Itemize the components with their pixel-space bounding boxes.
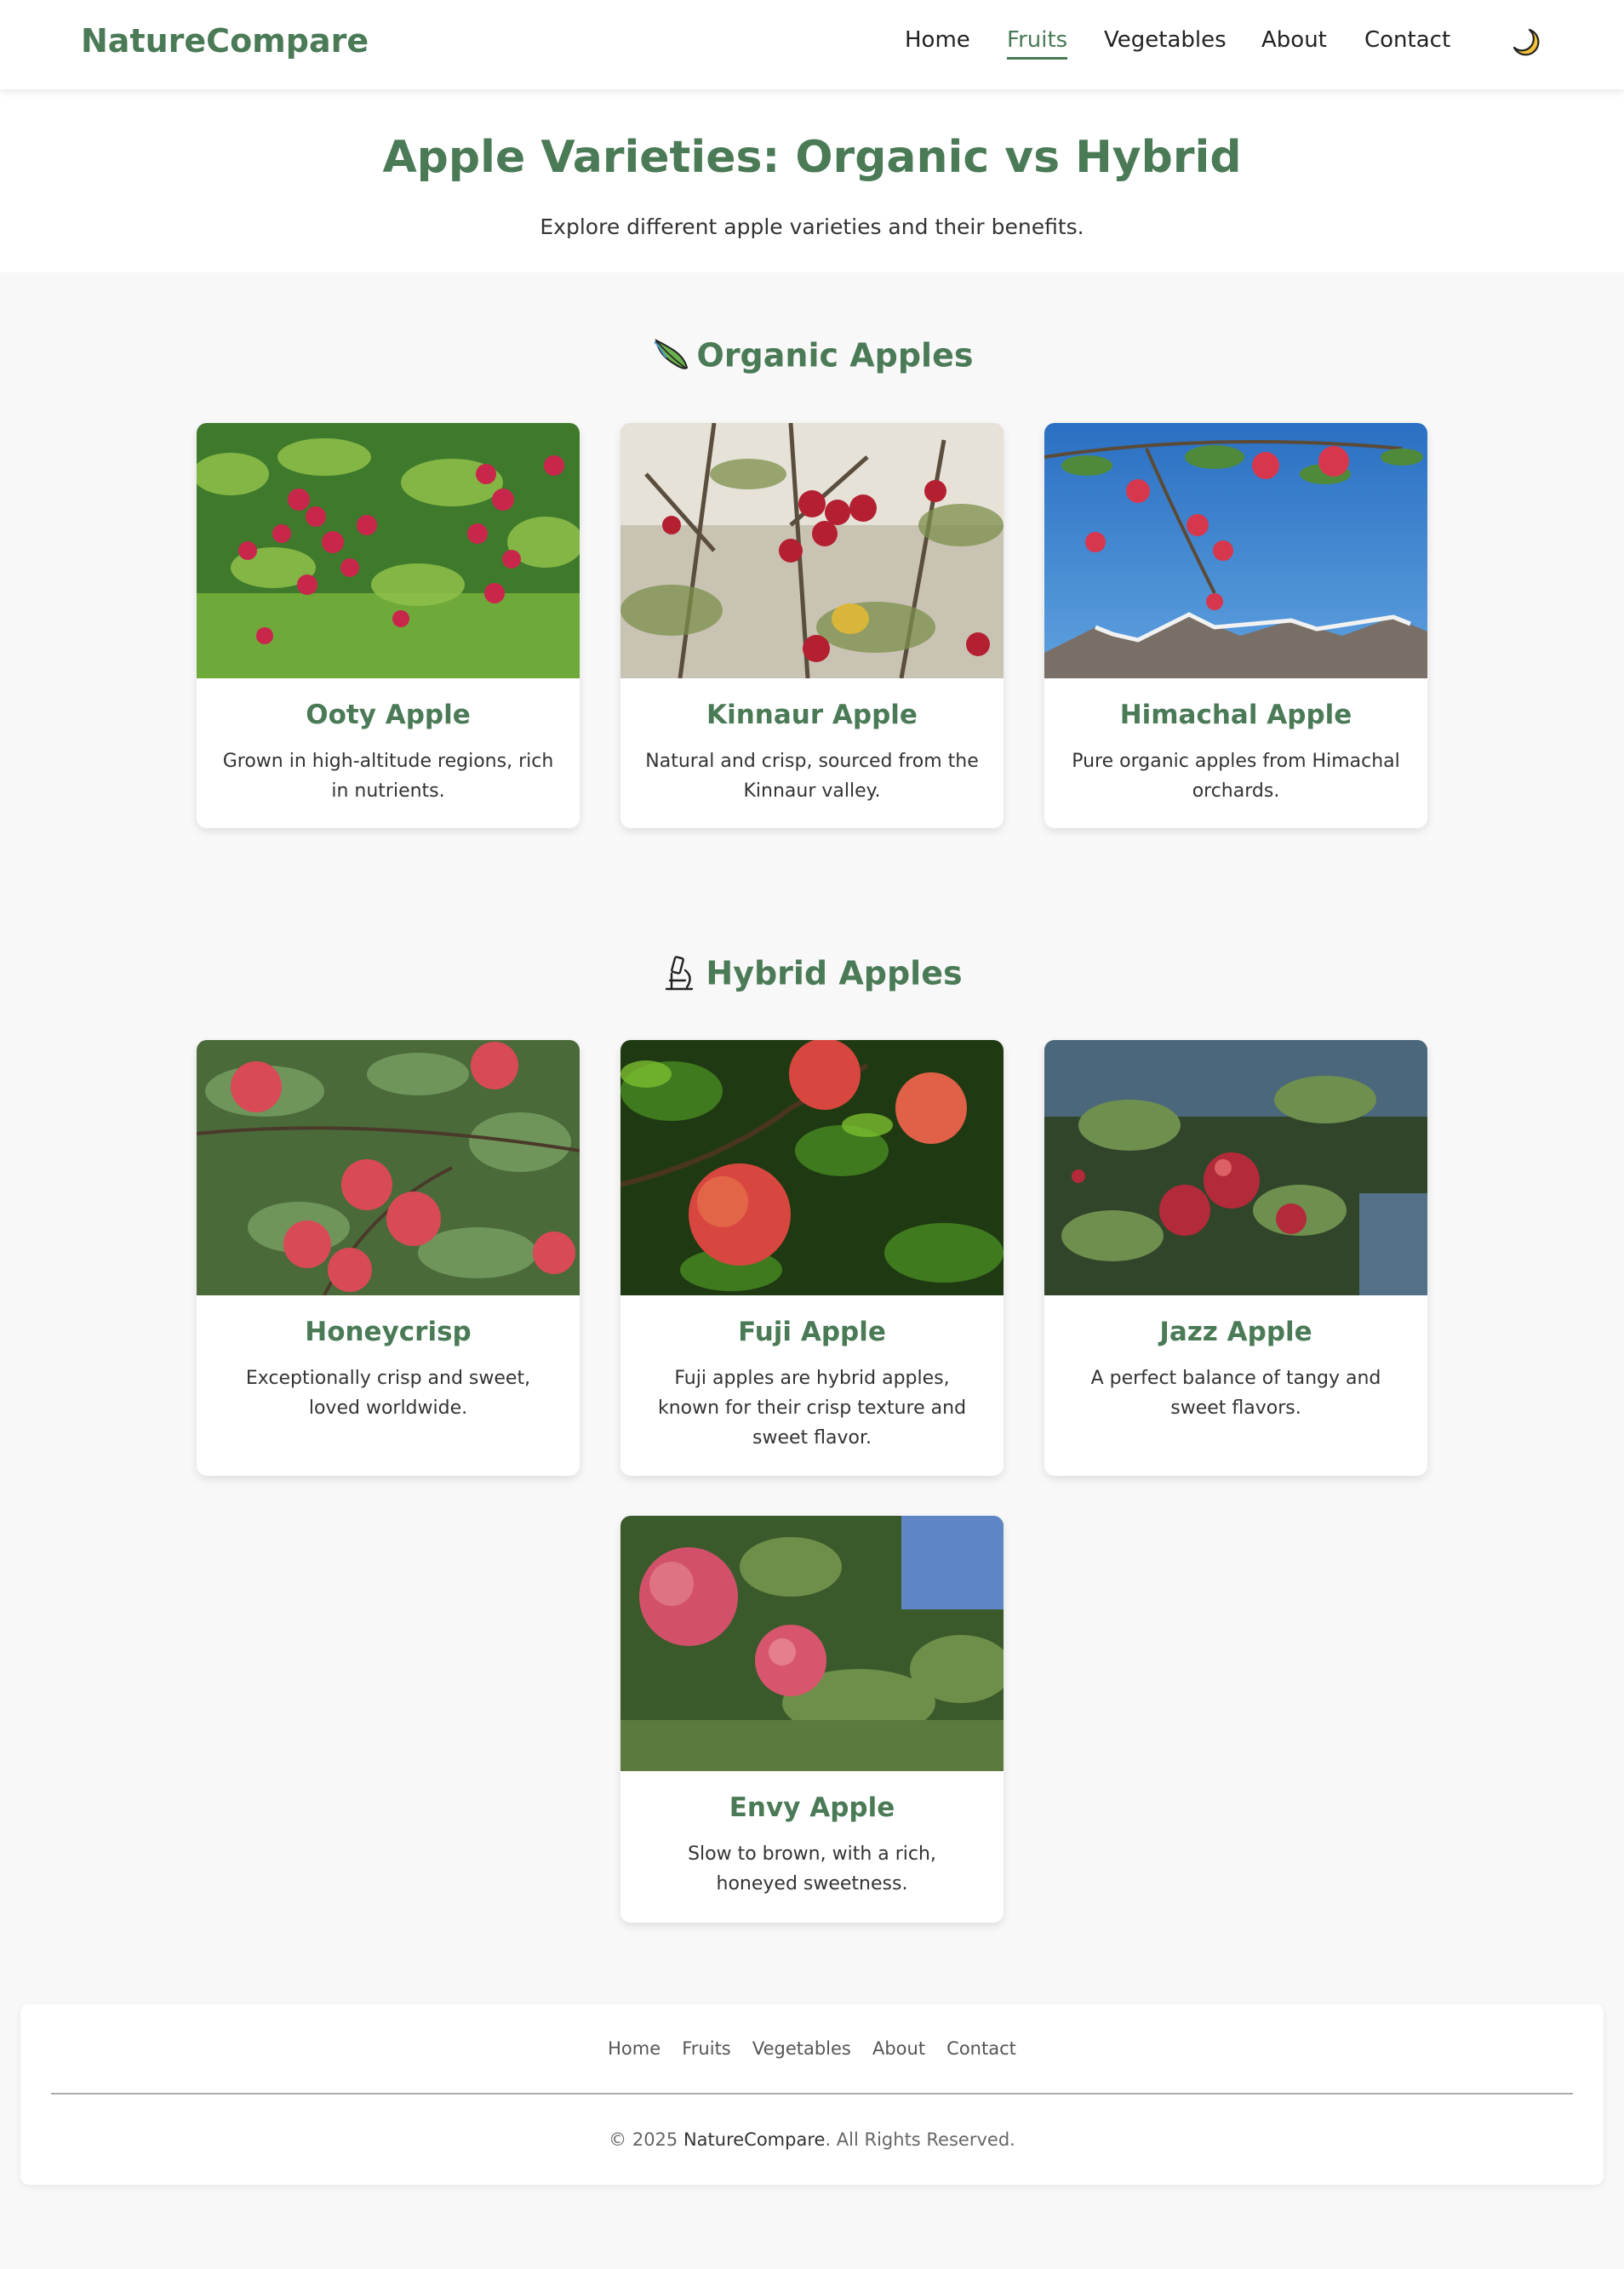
hybrid-section-title: Hybrid Apples xyxy=(0,952,1624,992)
page-subtitle: Explore different apple varieties and th… xyxy=(540,214,1084,239)
card-title: Fuji Apple xyxy=(738,1317,886,1347)
card-title: Kinnaur Apple xyxy=(706,700,918,730)
card-title: Jazz Apple xyxy=(1159,1317,1312,1347)
nav-link-about[interactable]: About xyxy=(1261,27,1327,53)
footer-link-fruits[interactable]: Fruits xyxy=(682,2038,731,2059)
card-kinnaur-apple[interactable]: Kinnaur Apple Natural and crisp, sourced… xyxy=(620,423,1004,828)
card-title: Ooty Apple xyxy=(306,700,471,730)
footer-link-contact[interactable]: Contact xyxy=(946,2038,1016,2059)
card-title: Envy Apple xyxy=(729,1792,895,1823)
hero: Apple Varieties: Organic vs Hybrid Explo… xyxy=(0,89,1624,272)
card-description: Fuji apples are hybrid apples, known for… xyxy=(657,1368,967,1449)
footer: Home Fruits Vegetables About Contact © 2… xyxy=(20,2004,1604,2185)
apple-orchard-mountain-image xyxy=(1044,423,1427,678)
card-fuji-apple[interactable]: Fuji Apple Fuji apples are hybrid apples… xyxy=(620,1040,1004,1476)
navbar: NatureCompare Home Fruits Vegetables Abo… xyxy=(0,0,1624,89)
theme-toggle-button[interactable] xyxy=(1509,26,1543,60)
card-jazz-apple[interactable]: Jazz Apple A perfect balance of tangy an… xyxy=(1044,1040,1427,1476)
card-title: Himachal Apple xyxy=(1119,700,1352,730)
nav-link-vegetables[interactable]: Vegetables xyxy=(1104,27,1227,53)
footer-links: Home Fruits Vegetables About Contact xyxy=(20,2038,1604,2059)
nav-link-home[interactable]: Home xyxy=(905,27,970,53)
apple-branch-image xyxy=(1044,1040,1427,1295)
card-description: A perfect balance of tangy and sweet fla… xyxy=(1090,1368,1381,1419)
copyright-text: © 2025 NatureCompare. All Rights Reserve… xyxy=(609,2129,1015,2150)
card-description: Exceptionally crisp and sweet, loved wor… xyxy=(245,1368,531,1419)
apple-tree-image xyxy=(197,423,580,678)
apple-tree-image xyxy=(197,1040,580,1295)
card-himachal-apple[interactable]: Himachal Apple Pure organic apples from … xyxy=(1044,423,1427,828)
apple-orchard-image xyxy=(620,1516,1004,1771)
page-title: Apple Varieties: Organic vs Hybrid xyxy=(382,132,1242,183)
footer-link-about[interactable]: About xyxy=(872,2038,925,2059)
apple-branch-image xyxy=(620,1040,1004,1295)
nav-link-fruits[interactable]: Fruits xyxy=(1007,27,1068,60)
card-description: Grown in high-altitude regions, rich in … xyxy=(222,751,554,802)
microscope-icon xyxy=(666,955,694,990)
footer-divider xyxy=(51,2093,1573,2095)
card-description: Slow to brown, with a rich, honeyed swee… xyxy=(688,1843,936,1895)
brand-logo[interactable]: NatureCompare xyxy=(81,22,369,60)
nav-link-contact[interactable]: Contact xyxy=(1364,27,1450,53)
card-honeycrisp[interactable]: Honeycrisp Exceptionally crisp and sweet… xyxy=(197,1040,580,1476)
card-title: Honeycrisp xyxy=(305,1317,472,1347)
footer-link-home[interactable]: Home xyxy=(608,2038,660,2059)
card-description: Pure organic apples from Himachal orchar… xyxy=(1072,751,1400,802)
card-envy-apple[interactable]: Envy Apple Slow to brown, with a rich, h… xyxy=(620,1516,1004,1923)
leaf-icon xyxy=(653,338,688,369)
organic-section-title: Organic Apples xyxy=(0,334,1624,374)
card-ooty-apple[interactable]: Ooty Apple Grown in high-altitude region… xyxy=(197,423,580,828)
moon-icon xyxy=(1512,28,1540,56)
apple-tree-image xyxy=(620,423,1004,678)
card-description: Natural and crisp, sourced from the Kinn… xyxy=(645,751,979,802)
footer-link-vegetables[interactable]: Vegetables xyxy=(752,2038,851,2059)
